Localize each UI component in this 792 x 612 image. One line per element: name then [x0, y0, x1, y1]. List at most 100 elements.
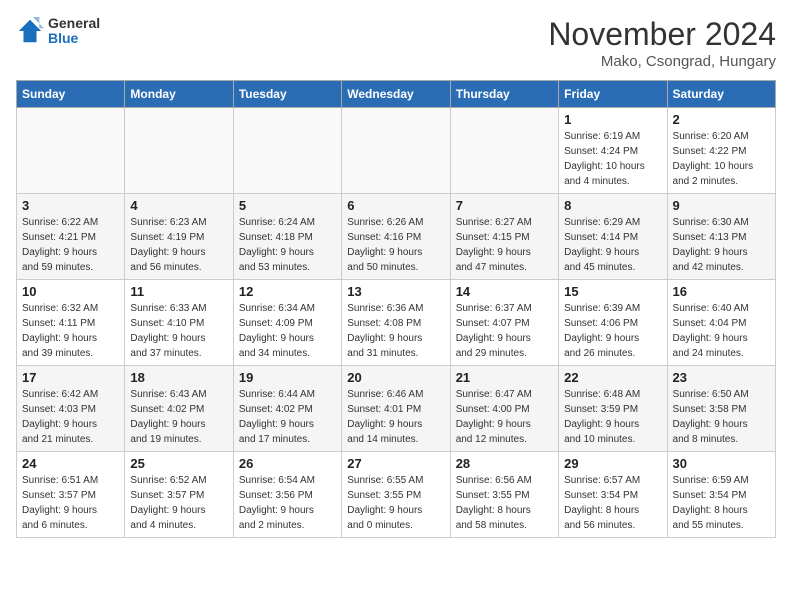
calendar-cell: 12Sunrise: 6:34 AMSunset: 4:09 PMDayligh… — [233, 280, 341, 366]
day-info: Sunrise: 6:30 AMSunset: 4:13 PMDaylight:… — [673, 215, 770, 275]
day-info: Sunrise: 6:56 AMSunset: 3:55 PMDaylight:… — [456, 473, 553, 533]
day-info: Sunrise: 6:55 AMSunset: 3:55 PMDaylight:… — [347, 473, 444, 533]
day-info: Sunrise: 6:50 AMSunset: 3:58 PMDaylight:… — [673, 387, 770, 447]
day-info: Sunrise: 6:42 AMSunset: 4:03 PMDaylight:… — [22, 387, 119, 447]
day-info: Sunrise: 6:22 AMSunset: 4:21 PMDaylight:… — [22, 215, 119, 275]
day-info: Sunrise: 6:51 AMSunset: 3:57 PMDaylight:… — [22, 473, 119, 533]
weekday-header-monday: Monday — [125, 81, 233, 108]
page-header: General Blue November 2024 Mako, Csongra… — [16, 16, 776, 70]
day-info: Sunrise: 6:48 AMSunset: 3:59 PMDaylight:… — [564, 387, 661, 447]
calendar-table: SundayMondayTuesdayWednesdayThursdayFrid… — [16, 80, 776, 538]
day-info: Sunrise: 6:27 AMSunset: 4:15 PMDaylight:… — [456, 215, 553, 275]
day-info: Sunrise: 6:57 AMSunset: 3:54 PMDaylight:… — [564, 473, 661, 533]
day-number: 5 — [239, 198, 336, 213]
logo-blue: Blue — [48, 31, 100, 46]
calendar-cell: 4 Sunrise: 6:23 AMSunset: 4:19 PMDaylight… — [125, 194, 233, 280]
day-number: 2 — [673, 112, 770, 127]
logo: General Blue — [16, 16, 100, 47]
calendar-cell: 21Sunrise: 6:47 AMSunset: 4:00 PMDayligh… — [450, 366, 558, 452]
calendar-cell — [17, 108, 125, 194]
calendar-cell: 17Sunrise: 6:42 AMSunset: 4:03 PMDayligh… — [17, 366, 125, 452]
day-number: 18 — [130, 370, 227, 385]
day-number: 7 — [456, 198, 553, 213]
calendar-week-3: 10 Sunrise: 6:32 AMSunset: 4:11 PMDayligh… — [17, 280, 776, 366]
calendar-cell: 26 Sunrise: 6:54 AMSunset: 3:56 PMDayligh… — [233, 452, 341, 538]
calendar-cell — [125, 108, 233, 194]
day-number: 4 — [130, 198, 227, 213]
calendar-cell: 19 Sunrise: 6:44 AMSunset: 4:02 PMDayligh… — [233, 366, 341, 452]
day-number: 23 — [673, 370, 770, 385]
calendar-cell: 24 Sunrise: 6:51 AMSunset: 3:57 PMDayligh… — [17, 452, 125, 538]
day-info: Sunrise: 6:24 AMSunset: 4:18 PMDaylight:… — [239, 215, 336, 275]
day-info: Sunrise: 6:20 AMSunset: 4:22 PMDaylight:… — [673, 129, 770, 189]
day-number: 3 — [22, 198, 119, 213]
weekday-header-sunday: Sunday — [17, 81, 125, 108]
location: Mako, Csongrad, Hungary — [548, 53, 776, 70]
day-info: Sunrise: 6:23 AMSunset: 4:19 PMDaylight:… — [130, 215, 227, 275]
calendar-cell — [342, 108, 450, 194]
weekday-header-friday: Friday — [559, 81, 667, 108]
weekday-header-wednesday: Wednesday — [342, 81, 450, 108]
day-info: Sunrise: 6:46 AMSunset: 4:01 PMDaylight:… — [347, 387, 444, 447]
calendar-cell: 3 Sunrise: 6:22 AMSunset: 4:21 PMDaylight… — [17, 194, 125, 280]
calendar-week-1: 1 Sunrise: 6:19 AMSunset: 4:24 PMDaylight… — [17, 108, 776, 194]
month-title: November 2024 — [548, 16, 776, 53]
day-info: Sunrise: 6:44 AMSunset: 4:02 PMDaylight:… — [239, 387, 336, 447]
weekday-header-saturday: Saturday — [667, 81, 775, 108]
day-info: Sunrise: 6:43 AMSunset: 4:02 PMDaylight:… — [130, 387, 227, 447]
day-info: Sunrise: 6:32 AMSunset: 4:11 PMDaylight:… — [22, 301, 119, 361]
calendar-week-2: 3 Sunrise: 6:22 AMSunset: 4:21 PMDaylight… — [17, 194, 776, 280]
day-info: Sunrise: 6:40 AMSunset: 4:04 PMDaylight:… — [673, 301, 770, 361]
day-number: 24 — [22, 456, 119, 471]
calendar-cell: 30Sunrise: 6:59 AMSunset: 3:54 PMDayligh… — [667, 452, 775, 538]
day-number: 11 — [130, 284, 227, 299]
calendar-cell: 11 Sunrise: 6:33 AMSunset: 4:10 PMDayligh… — [125, 280, 233, 366]
calendar-cell: 22 Sunrise: 6:48 AMSunset: 3:59 PMDayligh… — [559, 366, 667, 452]
calendar-cell: 8Sunrise: 6:29 AMSunset: 4:14 PMDaylight… — [559, 194, 667, 280]
logo-icon — [16, 17, 44, 45]
calendar-cell: 25Sunrise: 6:52 AMSunset: 3:57 PMDayligh… — [125, 452, 233, 538]
calendar-cell: 9 Sunrise: 6:30 AMSunset: 4:13 PMDaylight… — [667, 194, 775, 280]
calendar-cell — [450, 108, 558, 194]
logo-text: General Blue — [48, 16, 100, 47]
day-number: 10 — [22, 284, 119, 299]
day-info: Sunrise: 6:29 AMSunset: 4:14 PMDaylight:… — [564, 215, 661, 275]
day-info: Sunrise: 6:34 AMSunset: 4:09 PMDaylight:… — [239, 301, 336, 361]
logo-general: General — [48, 16, 100, 31]
day-number: 9 — [673, 198, 770, 213]
day-info: Sunrise: 6:19 AMSunset: 4:24 PMDaylight:… — [564, 129, 661, 189]
calendar-cell: 29 Sunrise: 6:57 AMSunset: 3:54 PMDayligh… — [559, 452, 667, 538]
day-info: Sunrise: 6:37 AMSunset: 4:07 PMDaylight:… — [456, 301, 553, 361]
calendar-cell: 28 Sunrise: 6:56 AMSunset: 3:55 PMDayligh… — [450, 452, 558, 538]
calendar-cell: 27 Sunrise: 6:55 AMSunset: 3:55 PMDayligh… — [342, 452, 450, 538]
day-number: 26 — [239, 456, 336, 471]
day-info: Sunrise: 6:26 AMSunset: 4:16 PMDaylight:… — [347, 215, 444, 275]
title-section: November 2024 Mako, Csongrad, Hungary — [548, 16, 776, 70]
day-number: 29 — [564, 456, 661, 471]
calendar-cell: 15Sunrise: 6:39 AMSunset: 4:06 PMDayligh… — [559, 280, 667, 366]
day-number: 15 — [564, 284, 661, 299]
calendar-cell: 5 Sunrise: 6:24 AMSunset: 4:18 PMDaylight… — [233, 194, 341, 280]
weekday-header-thursday: Thursday — [450, 81, 558, 108]
day-number: 22 — [564, 370, 661, 385]
day-number: 25 — [130, 456, 227, 471]
calendar-cell: 20Sunrise: 6:46 AMSunset: 4:01 PMDayligh… — [342, 366, 450, 452]
day-info: Sunrise: 6:59 AMSunset: 3:54 PMDaylight:… — [673, 473, 770, 533]
calendar-cell: 7 Sunrise: 6:27 AMSunset: 4:15 PMDaylight… — [450, 194, 558, 280]
weekday-header-tuesday: Tuesday — [233, 81, 341, 108]
day-info: Sunrise: 6:33 AMSunset: 4:10 PMDaylight:… — [130, 301, 227, 361]
day-number: 27 — [347, 456, 444, 471]
calendar-cell: 18 Sunrise: 6:43 AMSunset: 4:02 PMDayligh… — [125, 366, 233, 452]
day-number: 16 — [673, 284, 770, 299]
day-info: Sunrise: 6:36 AMSunset: 4:08 PMDaylight:… — [347, 301, 444, 361]
calendar-week-4: 17Sunrise: 6:42 AMSunset: 4:03 PMDayligh… — [17, 366, 776, 452]
calendar-cell: 2 Sunrise: 6:20 AMSunset: 4:22 PMDaylight… — [667, 108, 775, 194]
day-number: 28 — [456, 456, 553, 471]
day-number: 19 — [239, 370, 336, 385]
calendar-cell: 1 Sunrise: 6:19 AMSunset: 4:24 PMDaylight… — [559, 108, 667, 194]
calendar-cell: 6Sunrise: 6:26 AMSunset: 4:16 PMDaylight… — [342, 194, 450, 280]
day-info: Sunrise: 6:54 AMSunset: 3:56 PMDaylight:… — [239, 473, 336, 533]
day-number: 1 — [564, 112, 661, 127]
day-number: 21 — [456, 370, 553, 385]
day-number: 14 — [456, 284, 553, 299]
